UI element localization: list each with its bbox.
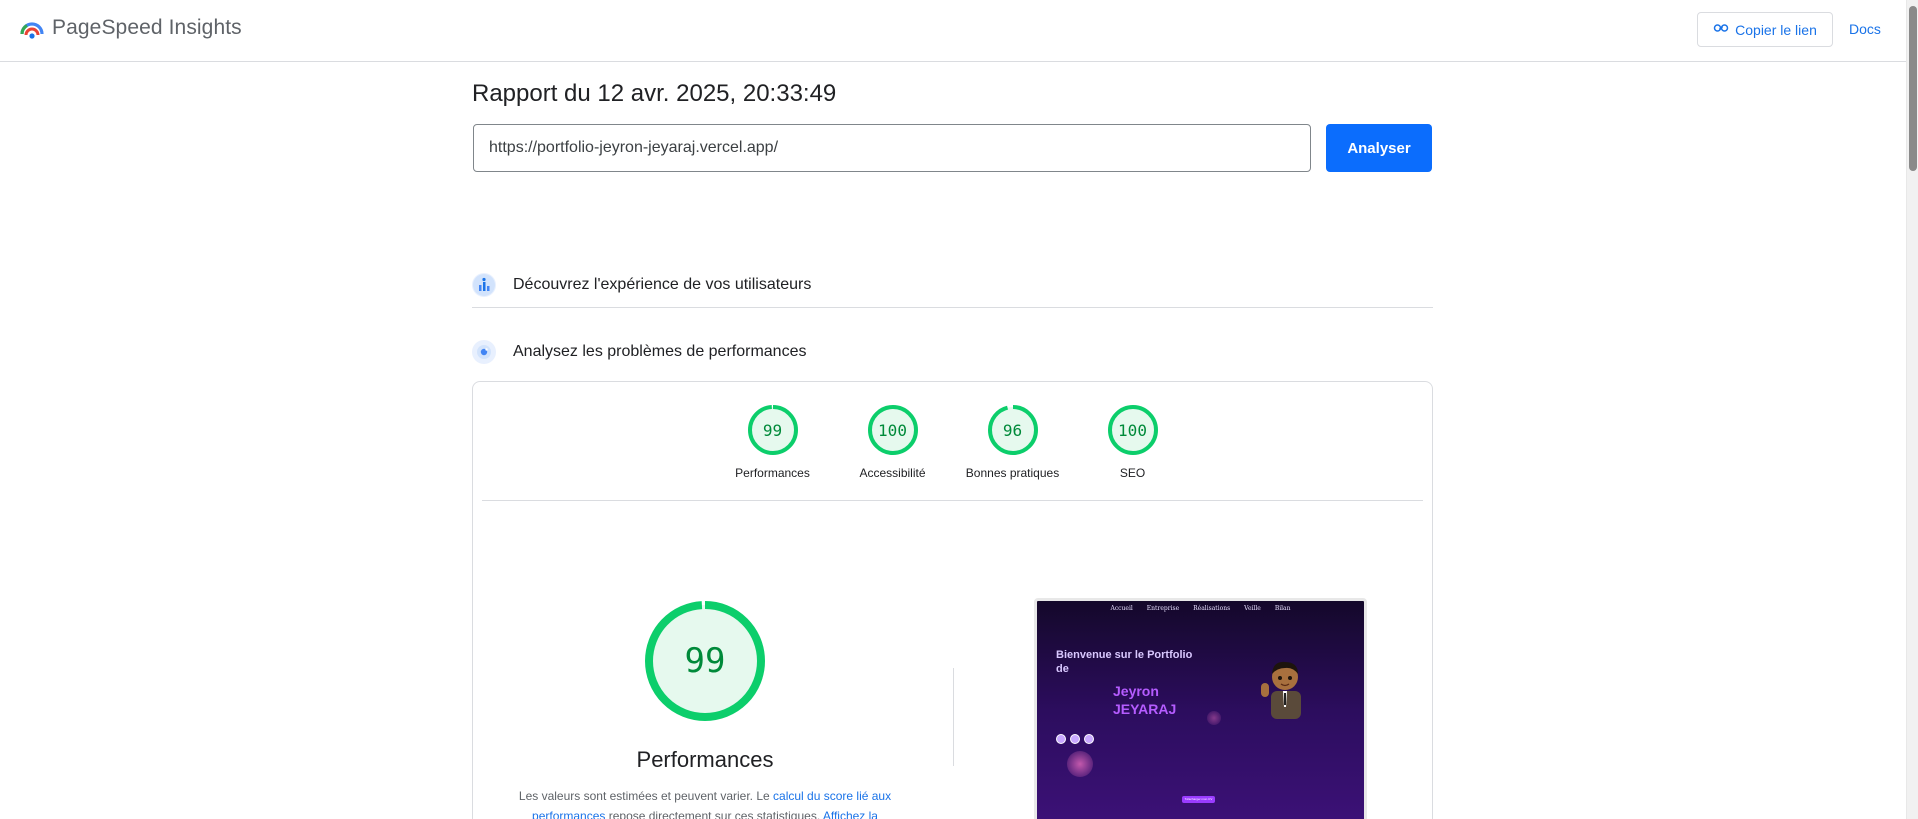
- thumb-name: Jeyron JEYARAJ: [1113, 682, 1176, 718]
- gauge-ring: 99: [747, 404, 799, 456]
- gauge-ring: 96: [987, 404, 1039, 456]
- report-title: Rapport du 12 avr. 2025, 20:33:49: [472, 80, 837, 107]
- pagespeed-logo-icon[interactable]: [19, 15, 45, 41]
- lighthouse-report-card: 99 Performances 100 Accessibilité 96 Bon…: [472, 381, 1433, 819]
- top-app-bar: PageSpeed Insights Copier le lien Docs: [0, 0, 1906, 62]
- thumb-name-first: Jeyron: [1113, 683, 1159, 699]
- thumb-name-last: JEYARAJ: [1113, 701, 1177, 717]
- copy-link-button[interactable]: Copier le lien: [1697, 12, 1833, 47]
- gauge-accessibility[interactable]: 100 Accessibilité: [844, 404, 942, 480]
- sparkle: [1067, 751, 1093, 777]
- avatar-illustration: [1257, 653, 1313, 719]
- performance-main-title: Performances: [636, 747, 774, 772]
- sparkle: [1207, 711, 1221, 725]
- performance-label: Analysez les problèmes de performances: [513, 343, 807, 360]
- social-icon: [1084, 734, 1094, 744]
- gauge-label: Bonnes pratiques: [965, 466, 1060, 480]
- view-calculator-link[interactable]: Affichez la: [823, 809, 878, 819]
- gauge-ring: 100: [867, 404, 919, 456]
- gauge-value: 99: [762, 420, 783, 440]
- url-input[interactable]: [473, 124, 1311, 172]
- gauge-label: SEO: [1119, 466, 1146, 480]
- gauge-ring: 100: [1107, 404, 1159, 456]
- thumb-cta-button: Télécharger mon CV: [1182, 796, 1215, 803]
- field-data-icon: [472, 272, 496, 297]
- gauge-performance[interactable]: 99 Performances: [724, 404, 822, 480]
- page-scrollbar[interactable]: [1906, 0, 1918, 819]
- desc-text: Les valeurs sont estimées et peuvent var…: [518, 789, 774, 803]
- gauge-value: 100: [1118, 420, 1147, 440]
- thumbnail-nav: Accueil Entreprise Réalisations Veille B…: [1037, 605, 1364, 612]
- thumb-welcome-text: Bienvenue sur le Portfolio de: [1056, 649, 1193, 675]
- vertical-divider: [953, 668, 954, 766]
- gauge-label: Performances: [735, 466, 810, 480]
- thumb-nav-item: Réalisations: [1193, 605, 1231, 612]
- performance-main-value: 99: [684, 641, 726, 681]
- gauge-best-practices[interactable]: 96 Bonnes pratiques: [964, 404, 1062, 480]
- thumb-nav-item: Entreprise: [1146, 605, 1180, 612]
- lab-data-icon: [472, 340, 496, 364]
- user-experience-section-header[interactable]: Découvrez l'expérience de vos utilisateu…: [472, 262, 1433, 308]
- gauge-value: 100: [878, 420, 907, 440]
- gauge-value: 96: [1002, 420, 1023, 440]
- final-screenshot: Accueil Entreprise Réalisations Veille B…: [1034, 598, 1367, 819]
- performance-description: Les valeurs sont estimées et peuvent var…: [513, 786, 897, 819]
- copy-link-label: Copier le lien: [1735, 21, 1817, 38]
- category-gauges: 99 Performances 100 Accessibilité 96 Bon…: [473, 404, 1432, 480]
- thumb-nav-item: Accueil: [1110, 605, 1133, 612]
- gauge-seo[interactable]: 100 SEO: [1084, 404, 1182, 480]
- user-experience-label: Découvrez l'expérience de vos utilisateu…: [513, 275, 812, 293]
- gauge-label: Accessibilité: [859, 466, 926, 480]
- thumb-nav-item: Bilan: [1274, 605, 1291, 612]
- social-icon: [1056, 734, 1066, 744]
- thumb-nav-item: Veille: [1244, 605, 1261, 612]
- docs-link[interactable]: Docs: [1849, 21, 1881, 37]
- performance-main-gauge: 99: [644, 600, 766, 722]
- desc-text: repose directement sur ces statistiques.: [605, 809, 823, 819]
- analyze-button[interactable]: Analyser: [1326, 124, 1432, 172]
- divider: [482, 500, 1423, 501]
- link-icon: [1713, 20, 1729, 39]
- scrollbar-thumb[interactable]: [1909, 6, 1917, 171]
- brand-title[interactable]: PageSpeed Insights: [52, 16, 242, 40]
- social-icon: [1070, 734, 1080, 744]
- performance-section-header[interactable]: Analysez les problèmes de performances: [472, 338, 1433, 366]
- thumb-social-icons: [1056, 734, 1094, 744]
